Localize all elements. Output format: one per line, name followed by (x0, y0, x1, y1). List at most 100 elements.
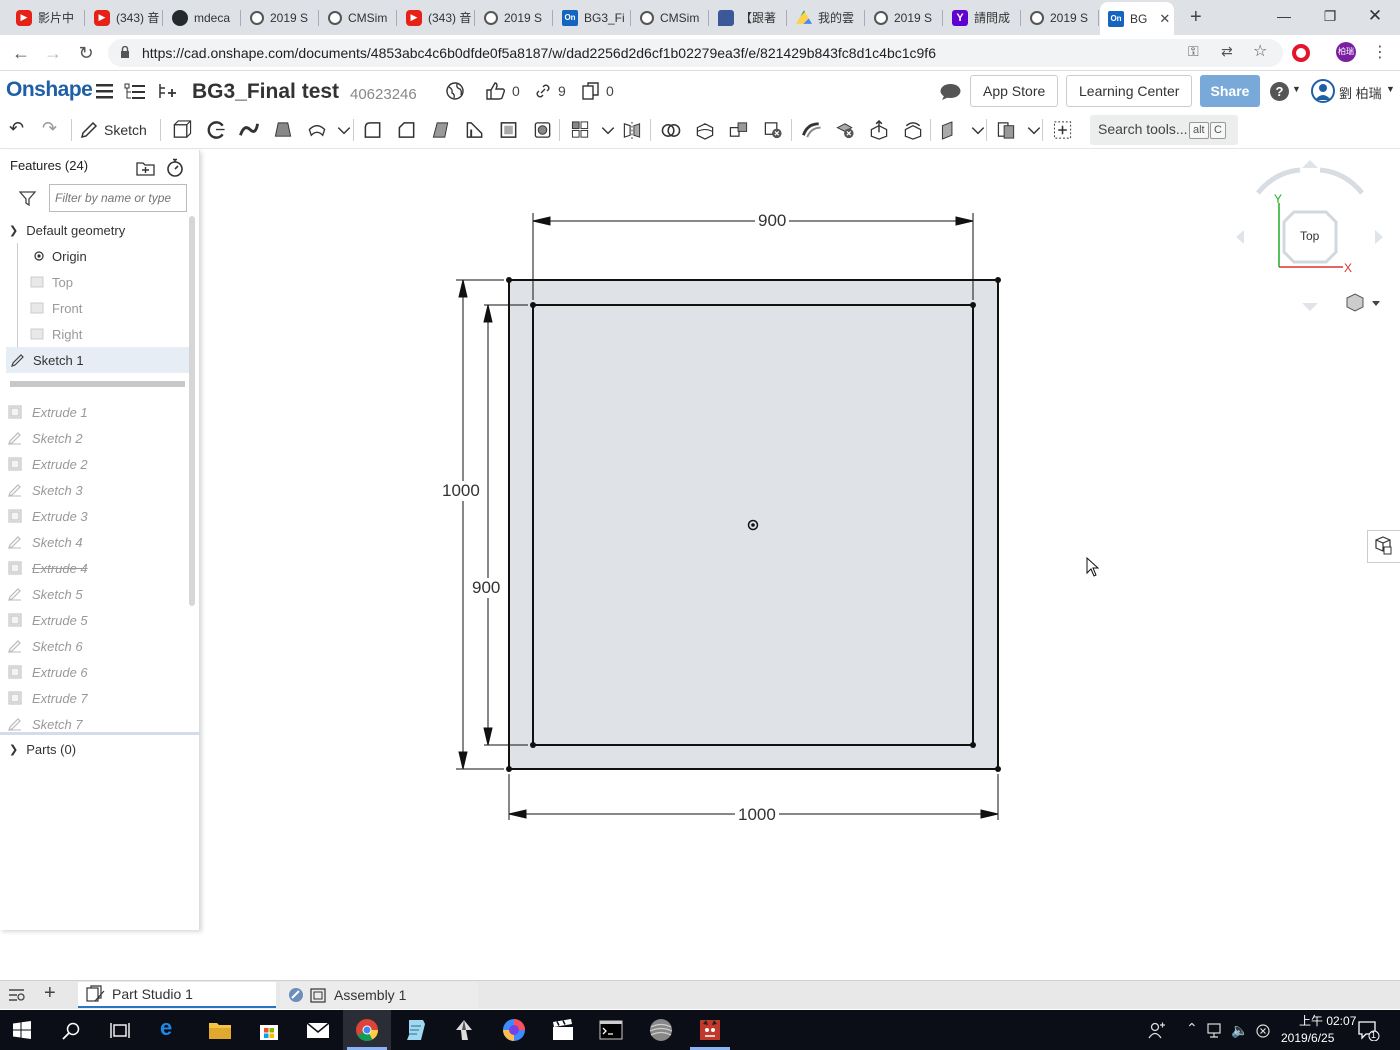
back-button[interactable]: ← (9, 41, 33, 65)
browser-menu-icon[interactable]: ⋮ (1372, 42, 1388, 62)
terminal-icon[interactable] (599, 1018, 623, 1042)
feature-item-extrude-6[interactable]: Extrude 6 (8, 659, 186, 685)
rollback-bar[interactable] (10, 381, 185, 387)
chevron-down-icon[interactable]: ❯ (9, 224, 18, 237)
browser-tab[interactable]: On BG3_Fi (554, 4, 631, 31)
redo-icon[interactable]: ↷ (42, 118, 57, 139)
restore-button[interactable]: ❐ (1310, 4, 1350, 28)
feature-item-extrude-2[interactable]: Extrude 2 (8, 451, 186, 477)
view-cube-face-label[interactable]: Top (1300, 229, 1319, 243)
dropdown-chevron-icon[interactable] (967, 120, 985, 140)
copy-document-icon[interactable] (582, 82, 600, 100)
task-view-icon[interactable] (110, 1022, 130, 1040)
show-hidden-icons-chevron-icon[interactable]: ⌃ (1186, 1020, 1198, 1037)
close-tab-icon[interactable]: ✕ (1159, 11, 1170, 27)
dropdown-chevron-icon[interactable] (333, 120, 351, 140)
insert-feature-icon[interactable] (156, 82, 178, 100)
tab-assembly-1[interactable]: Assembly 1 (280, 982, 478, 1008)
shell-icon[interactable] (498, 120, 520, 140)
split-icon[interactable] (694, 120, 716, 140)
inkscape-app-icon[interactable] (452, 1018, 476, 1042)
volume-icon[interactable]: 🔈 (1231, 1022, 1248, 1039)
network-icon[interactable] (1207, 1023, 1225, 1039)
linear-pattern-icon[interactable] (570, 120, 592, 140)
replace-face-icon[interactable] (902, 120, 924, 140)
omnibox[interactable]: https://cad.onshape.com/documents/4853ab… (108, 39, 1283, 67)
browser-tab[interactable]: ▶ (343) 音 (398, 4, 475, 31)
document-title[interactable]: BG3_Final test (192, 80, 339, 104)
comments-icon[interactable] (940, 83, 961, 100)
feature-item-extrude-5[interactable]: Extrude 5 (8, 607, 186, 633)
windows-start-icon[interactable] (13, 1021, 31, 1039)
minimize-button[interactable]: — (1264, 4, 1304, 28)
help-icon[interactable]: ? (1270, 82, 1289, 101)
search-icon[interactable] (62, 1022, 80, 1040)
dimension-top-label[interactable]: 900 (755, 211, 790, 231)
user-dropdown-chevron-icon[interactable]: ▼ (1386, 84, 1395, 94)
dimension-left-inner-label[interactable]: 900 (469, 578, 504, 598)
appearance-panel-icon[interactable] (1367, 530, 1400, 563)
extrude-icon[interactable] (171, 120, 193, 140)
plane-item-top[interactable]: Top (30, 269, 185, 295)
search-tools-input[interactable]: Search tools... alt C (1090, 115, 1238, 145)
sketch-1-item[interactable]: Sketch 1 (6, 347, 189, 373)
user-avatar[interactable] (1311, 79, 1335, 103)
feature-item-sketch-5[interactable]: Sketch 5 (8, 581, 186, 607)
sketch-button[interactable]: Sketch (80, 119, 147, 141)
chamfer-icon[interactable] (396, 120, 418, 140)
plane-item-right[interactable]: Right (30, 321, 185, 347)
rib-icon[interactable] (464, 120, 486, 140)
feature-item-sketch-6[interactable]: Sketch 6 (8, 633, 186, 659)
browser-tab[interactable]: On BG ✕ (1100, 2, 1174, 35)
boolean-icon[interactable] (660, 120, 682, 140)
browser-tab[interactable]: 2019 S (1022, 4, 1099, 31)
feature-item-extrude-7[interactable]: Extrude 7 (8, 685, 186, 711)
sphere-app-icon[interactable] (649, 1018, 673, 1042)
feature-item-extrude-3[interactable]: Extrude 3 (8, 503, 186, 529)
share-button[interactable]: Share (1200, 75, 1260, 107)
firefox-dev-icon[interactable] (502, 1018, 526, 1042)
feature-list-icon[interactable] (124, 82, 146, 100)
browser-tab[interactable]: 2019 S (476, 4, 553, 31)
feature-item-sketch-4[interactable]: Sketch 4 (8, 529, 186, 555)
video-editor-icon[interactable] (551, 1018, 575, 1042)
browser-tab[interactable]: 【跟著 (710, 4, 787, 31)
browser-tab[interactable]: 我的雲 (788, 4, 865, 31)
opera-extension-icon[interactable] (1292, 44, 1310, 62)
notification-center-icon[interactable] (1358, 1021, 1380, 1041)
plane-icon[interactable] (940, 120, 962, 140)
close-window-button[interactable]: ✕ (1355, 4, 1395, 28)
parts-group[interactable]: ❯ Parts (0) (9, 736, 199, 762)
forward-button[interactable]: → (41, 41, 65, 65)
dropdown-chevron-icon[interactable] (597, 120, 615, 140)
chevron-down-icon[interactable]: ❯ (9, 743, 18, 756)
tab-manager-icon[interactable] (8, 988, 26, 1002)
sweep-icon[interactable] (238, 120, 260, 140)
tab-part-studio-1[interactable]: Part Studio 1 (78, 982, 276, 1008)
browser-tab[interactable]: CMSim (320, 4, 397, 31)
feature-list-scrollbar[interactable] (189, 216, 195, 606)
origin-item[interactable]: Origin (34, 243, 184, 269)
parts-divider[interactable] (0, 732, 200, 735)
hamburger-menu-icon[interactable] (96, 83, 113, 99)
browser-tab[interactable]: CMSim (632, 4, 709, 31)
file-explorer-icon[interactable] (208, 1018, 232, 1042)
browser-tab[interactable]: mdeca (164, 4, 241, 31)
browser-tab[interactable]: 2019 S (866, 4, 943, 31)
plane-item-front[interactable]: Front (30, 295, 185, 321)
onshape-logo[interactable]: Onshape (6, 78, 93, 102)
fillet-icon[interactable] (362, 120, 384, 140)
dimension-left-outer-label[interactable]: 1000 (439, 481, 483, 501)
help-dropdown-chevron-icon[interactable]: ▼ (1292, 84, 1301, 94)
undo-icon[interactable]: ↶ (9, 118, 24, 139)
dimension-bottom-label[interactable]: 1000 (735, 805, 779, 825)
reload-button[interactable]: ↻ (74, 41, 98, 65)
link-icon[interactable] (536, 84, 550, 98)
mirror-icon[interactable] (621, 120, 643, 140)
url-text[interactable]: https://cad.onshape.com/documents/4853ab… (142, 45, 936, 61)
profile-avatar[interactable]: 柏瑞 (1336, 42, 1356, 62)
learning-center-button[interactable]: Learning Center (1066, 75, 1193, 107)
bookmark-star-icon[interactable]: ☆ (1253, 41, 1267, 61)
add-tab-plus-icon[interactable]: + (44, 982, 56, 1005)
delete-part-icon[interactable] (762, 120, 784, 140)
